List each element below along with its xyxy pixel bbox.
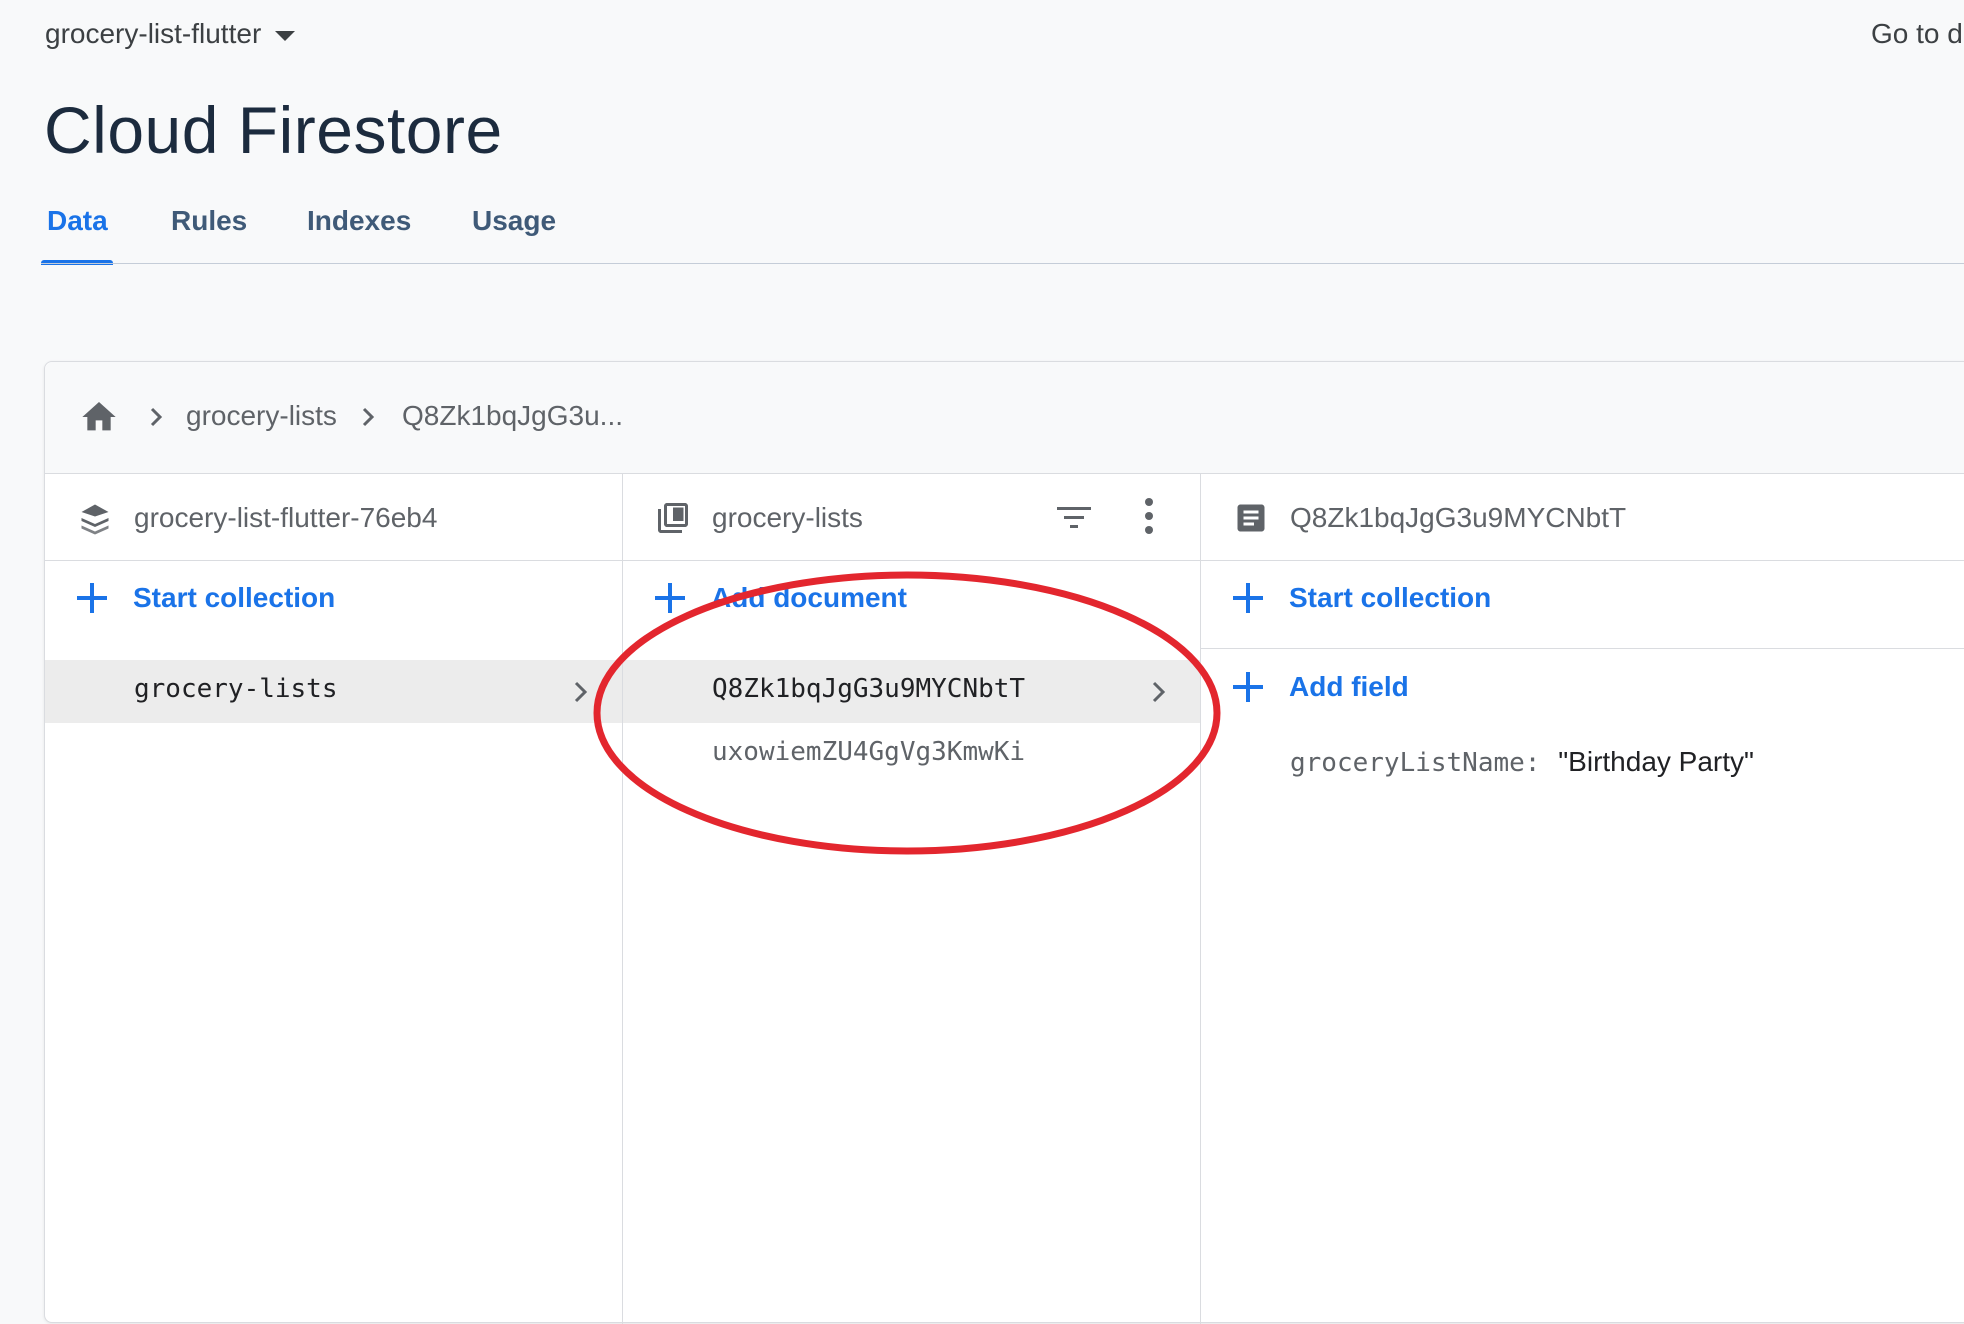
- document-column-title: Q8Zk1bqJgG3u9MYCNbtT: [1290, 502, 1627, 533]
- dropdown-caret-icon: [275, 31, 296, 41]
- list-item-collection[interactable]: grocery-lists: [45, 660, 622, 723]
- list-item-document[interactable]: Q8Zk1bqJgG3u9MYCNbtT: [623, 660, 1200, 723]
- home-icon[interactable]: [77, 397, 121, 437]
- project-name: grocery-list-flutter: [45, 18, 262, 49]
- breadcrumb-collection[interactable]: grocery-lists: [186, 400, 337, 432]
- chevron-right-icon: [1152, 681, 1166, 703]
- collection-icon: [658, 503, 688, 533]
- tab-data[interactable]: Data: [47, 205, 108, 263]
- chevron-right-icon: [574, 681, 588, 703]
- chevron-right-icon: [362, 407, 375, 427]
- document-divider: [1201, 648, 1964, 649]
- plus-icon: [77, 583, 107, 613]
- firestore-database-icon: [81, 504, 109, 535]
- start-collection-button[interactable]: Start collection: [77, 582, 335, 614]
- tabs-divider: [41, 263, 1964, 264]
- tab-usage[interactable]: Usage: [472, 205, 556, 263]
- add-field-button[interactable]: Add field: [1233, 671, 1409, 703]
- more-vert-icon[interactable]: [1143, 496, 1155, 536]
- start-collection-label: Start collection: [1289, 582, 1492, 613]
- collection-name: grocery-lists: [134, 674, 338, 704]
- collection-column: grocery-lists Add document Q8Zk1bqJgG3u9…: [623, 474, 1201, 1324]
- goto-docs-link[interactable]: Go to d: [1871, 18, 1963, 50]
- filter-icon[interactable]: [1055, 502, 1093, 534]
- document-icon: [1237, 504, 1265, 532]
- root-column-header: grocery-list-flutter-76eb4: [45, 474, 622, 561]
- collection-column-header: grocery-lists: [623, 474, 1200, 561]
- tab-rules[interactable]: Rules: [171, 205, 247, 263]
- chevron-right-icon: [150, 407, 163, 427]
- document-id: uxowiemZU4GgVg3KmwKi: [712, 737, 1026, 767]
- tab-bar: Data Rules Indexes Usage: [0, 205, 1964, 265]
- field-key: groceryListName:: [1290, 748, 1541, 778]
- add-document-button[interactable]: Add document: [655, 582, 907, 614]
- document-id: Q8Zk1bqJgG3u9MYCNbtT: [712, 674, 1026, 704]
- document-column: Q8Zk1bqJgG3u9MYCNbtT Start collection Ad…: [1201, 474, 1964, 1324]
- field-value: "Birthday Party": [1558, 746, 1754, 777]
- tab-indexes[interactable]: Indexes: [307, 205, 411, 263]
- list-item-document[interactable]: uxowiemZU4GgVg3KmwKi: [623, 723, 1200, 786]
- data-panel: grocery-lists Q8Zk1bqJgG3u... grocery-li…: [44, 361, 1964, 1324]
- project-selector[interactable]: grocery-list-flutter: [45, 18, 296, 50]
- page-title: Cloud Firestore: [44, 93, 503, 167]
- start-subcollection-button[interactable]: Start collection: [1233, 582, 1491, 614]
- plus-icon: [1233, 672, 1263, 702]
- add-document-label: Add document: [711, 582, 907, 613]
- root-column-title: grocery-list-flutter-76eb4: [134, 502, 438, 533]
- breadcrumb-document[interactable]: Q8Zk1bqJgG3u...: [402, 400, 623, 432]
- add-field-label: Add field: [1289, 671, 1409, 702]
- breadcrumb: grocery-lists Q8Zk1bqJgG3u...: [45, 362, 1964, 474]
- document-field[interactable]: groceryListName: "Birthday Party": [1290, 746, 1754, 778]
- document-column-header: Q8Zk1bqJgG3u9MYCNbtT: [1201, 474, 1964, 561]
- plus-icon: [655, 583, 685, 613]
- collection-column-title: grocery-lists: [712, 502, 863, 533]
- root-column: grocery-list-flutter-76eb4 Start collect…: [45, 474, 623, 1324]
- plus-icon: [1233, 583, 1263, 613]
- start-collection-label: Start collection: [133, 582, 336, 613]
